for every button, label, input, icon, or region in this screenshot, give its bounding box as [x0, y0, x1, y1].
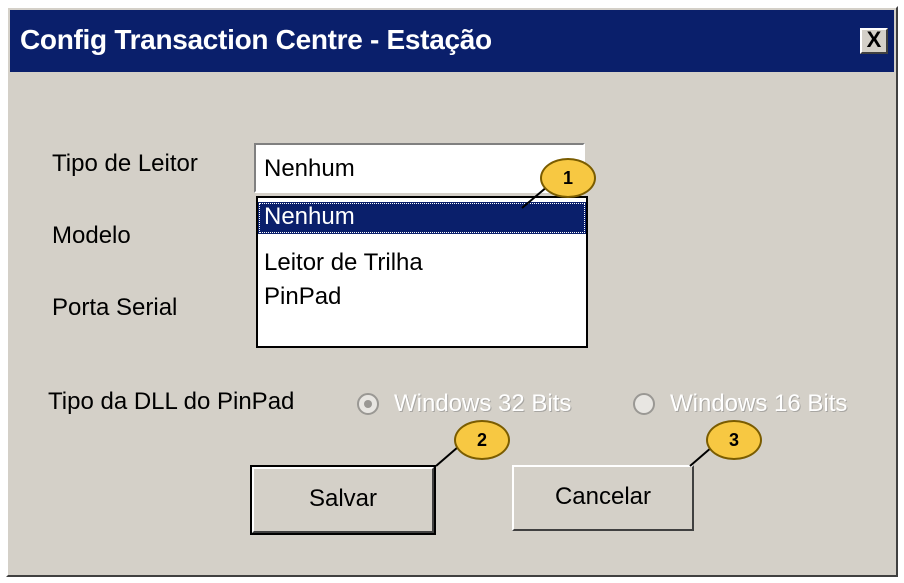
callout-leaders [435, 185, 713, 467]
callout-1: 1 [540, 158, 596, 198]
callout-2: 2 [454, 420, 510, 460]
callout-2-leader [435, 446, 459, 467]
callout-3: 3 [706, 420, 762, 460]
